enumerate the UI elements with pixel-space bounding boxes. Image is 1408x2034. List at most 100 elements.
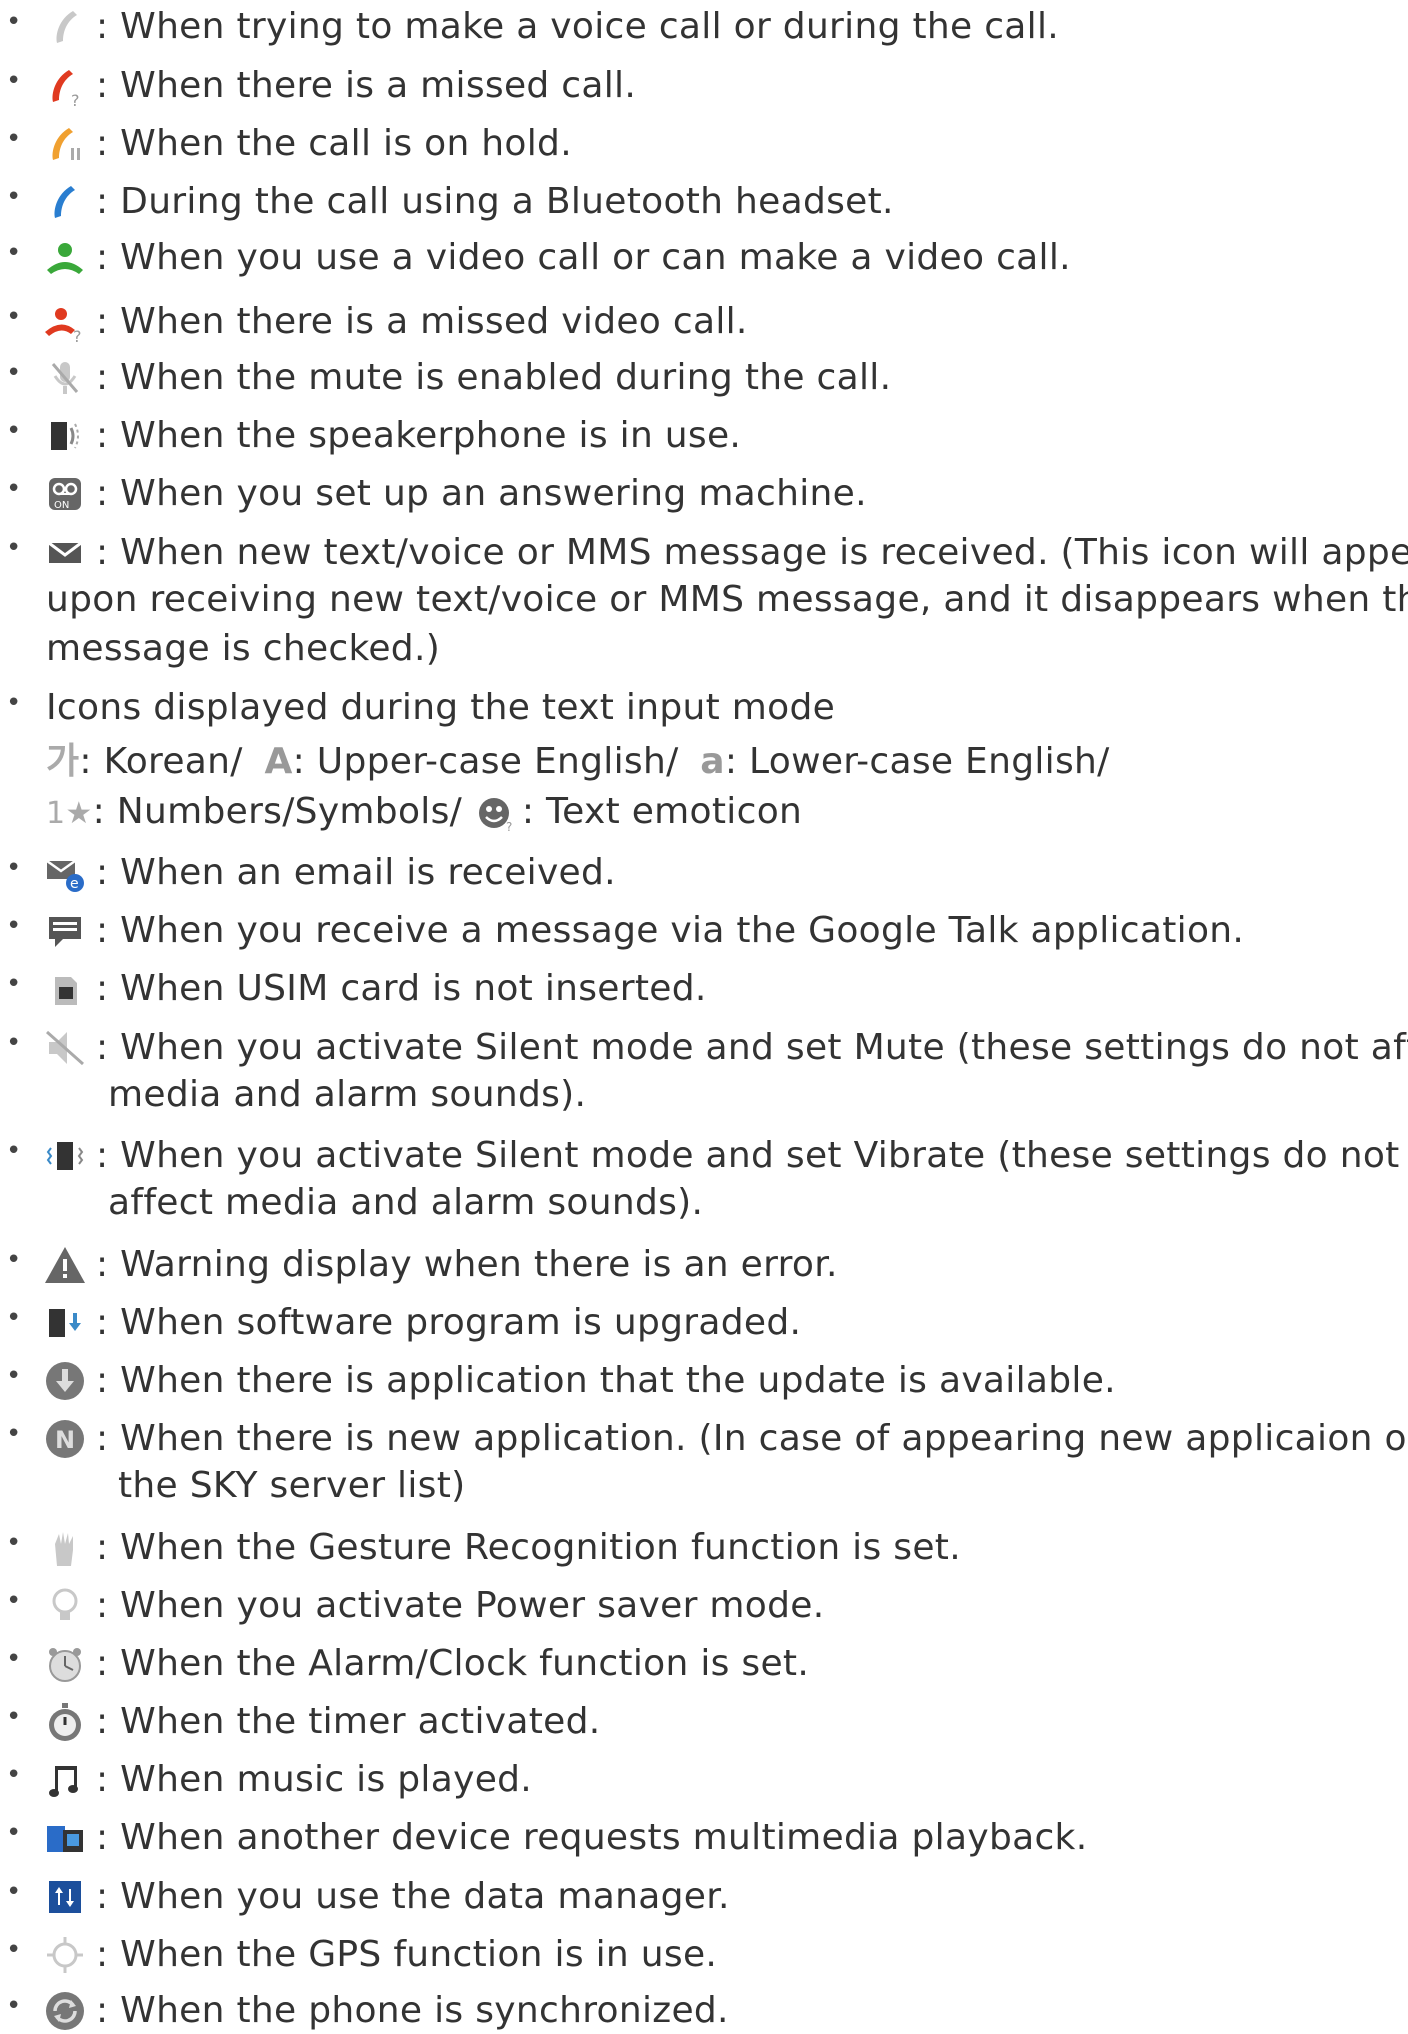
status-icons-document: • : When trying to make a voice call or … [0, 0, 1408, 2031]
numbers-label: : Numbers/Symbols/ [92, 791, 463, 832]
lowercase-label: : Lower-case English/ [724, 741, 1110, 782]
item-text-line: upon receiving new text/voice or MMS mes… [46, 579, 1408, 620]
bullet: • [6, 1028, 22, 1058]
bullet: • [6, 302, 22, 332]
item-text: : When software program is upgraded. [96, 1302, 802, 1343]
svg-text:?: ? [506, 820, 513, 833]
item-text: : When you activate Power saver mode. [96, 1585, 825, 1626]
phone-grey-icon [42, 4, 88, 50]
item-text-line: message is checked.) [46, 628, 441, 669]
item-text: : When you receive a message via the Goo… [96, 910, 1245, 951]
bullet: • [6, 1644, 22, 1674]
svg-text:?: ? [73, 327, 82, 344]
multimedia-playback-icon [42, 1815, 88, 1861]
gesture-icon [42, 1525, 88, 1571]
korean-input-icon: 가 [46, 741, 80, 782]
timer-icon [42, 1699, 88, 1745]
item-text: : When trying to make a voice call or du… [96, 6, 1059, 47]
uppercase-input-icon: A [264, 741, 293, 782]
silent-vibrate-icon [42, 1133, 88, 1179]
emoticon-icon: ? [474, 793, 518, 834]
bullet: • [6, 688, 22, 718]
bullet: • [6, 853, 22, 883]
uppercase-label: : Upper-case English/ [292, 741, 679, 782]
item-text: : When the GPS function is in use. [96, 1934, 718, 1975]
bullet: • [6, 1760, 22, 1790]
software-upgrade-icon [42, 1300, 88, 1346]
bullet: • [6, 238, 22, 268]
answering-machine-icon: ON [42, 471, 88, 517]
item-text-line: : When there is new application. (In cas… [96, 1418, 1408, 1459]
music-icon [42, 1757, 88, 1803]
item-text-line: media and alarm sounds). [108, 1074, 587, 1115]
item-text-line: the SKY server list) [118, 1465, 466, 1506]
item-text-line: : When new text/voice or MMS message is … [96, 532, 1408, 573]
bullet: • [6, 1991, 22, 2021]
bullet: • [6, 182, 22, 212]
item-text: : When you use the data manager. [96, 1876, 730, 1917]
alarm-clock-icon [42, 1641, 88, 1687]
bullet: • [6, 66, 22, 96]
bullet: • [6, 1361, 22, 1391]
speakerphone-icon [42, 413, 88, 459]
bullet: • [6, 1303, 22, 1333]
bullet: • [6, 1935, 22, 1965]
svg-text:e: e [70, 876, 79, 892]
email-icon: e [42, 850, 88, 896]
mute-mic-icon [42, 355, 88, 401]
silent-mute-icon [42, 1025, 88, 1071]
item-text: : When the Alarm/Clock function is set. [96, 1643, 810, 1684]
missed-call-icon: ? [42, 63, 88, 109]
svg-text:ON: ON [54, 500, 69, 511]
warning-icon [42, 1242, 88, 1288]
item-text: : When the phone is synchronized. [96, 1990, 729, 2031]
item-text: : During the call using a Bluetooth head… [96, 181, 894, 222]
item-text: : When you use a video call or can make … [96, 237, 1071, 278]
numbers-symbols-icon: 1★ [46, 796, 93, 831]
usim-icon [42, 966, 88, 1012]
bullet: • [6, 533, 22, 563]
call-on-hold-icon [42, 121, 88, 167]
data-manager-icon [42, 1874, 88, 1920]
item-text: : When the Gesture Recognition function … [96, 1527, 961, 1568]
lowercase-input-icon: a [700, 741, 725, 782]
item-text: : When an email is received. [96, 852, 616, 893]
bullet: • [6, 1419, 22, 1449]
bullet: • [6, 969, 22, 999]
item-text: : When the timer activated. [96, 1701, 601, 1742]
bullet: • [6, 7, 22, 37]
bluetooth-call-icon [42, 179, 88, 225]
item-text: : When there is a missed video call. [96, 301, 748, 342]
sync-icon [42, 1988, 88, 2034]
item-text: : When you set up an answering machine. [96, 473, 867, 514]
text-mode-row-2: 1★: Numbers/Symbols/ ? : Text emoticon [46, 789, 1402, 837]
bullet: • [6, 124, 22, 154]
power-saver-icon [42, 1583, 88, 1629]
item-text-line: : When you activate Silent mode and set … [96, 1027, 1408, 1068]
bullet: • [6, 1818, 22, 1848]
bullet: • [6, 474, 22, 504]
bullet: • [6, 416, 22, 446]
item-text: : When the mute is enabled during the ca… [96, 357, 892, 398]
korean-label: : Korean/ [79, 741, 243, 782]
bullet: • [6, 1877, 22, 1907]
message-envelope-icon [42, 530, 88, 576]
video-call-icon [42, 235, 88, 281]
text-mode-title: Icons displayed during the text input mo… [46, 687, 836, 728]
item-text: : When there is a missed call. [96, 65, 637, 106]
bullet: • [6, 1136, 22, 1166]
text-mode-row-1: 가: Korean/ A: Upper-case English/ a: Low… [46, 739, 1402, 785]
bullet: • [6, 911, 22, 941]
bullet: • [6, 1245, 22, 1275]
new-application-icon: N [42, 1416, 88, 1462]
bullet: • [6, 1586, 22, 1616]
bullet: • [6, 1702, 22, 1732]
item-text: : When another device requests multimedi… [96, 1817, 1088, 1858]
item-text: : Warning display when there is an error… [96, 1244, 838, 1285]
emoticon-label: : Text emoticon [521, 791, 803, 832]
item-text-line: affect media and alarm sounds). [108, 1182, 704, 1223]
svg-text:N: N [55, 1426, 75, 1454]
update-available-icon [42, 1358, 88, 1404]
svg-text:?: ? [71, 91, 80, 108]
item-text: : When USIM card is not inserted. [96, 968, 707, 1009]
